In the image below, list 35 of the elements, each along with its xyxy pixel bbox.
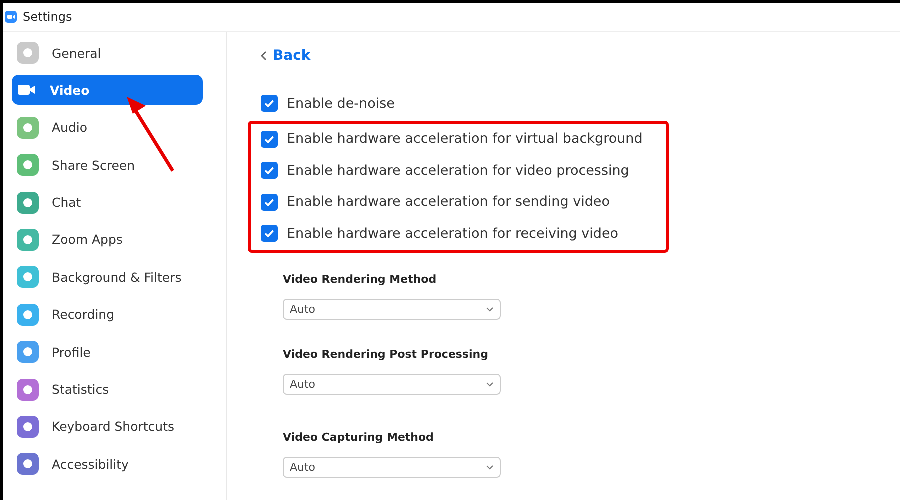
sidebar-item[interactable]: Accessibility: [12, 449, 203, 480]
checkbox[interactable]: [261, 194, 278, 211]
checkbox[interactable]: [261, 130, 278, 148]
sidebar-item[interactable]: Statistics: [12, 374, 203, 405]
option-label: Enable hardware acceleration for virtual background: [287, 131, 643, 148]
sidebar-item[interactable]: Zoom Apps: [12, 224, 203, 255]
sidebar-item[interactable]: Background & Filters: [12, 262, 203, 292]
checkbox[interactable]: [261, 162, 278, 180]
caret-icon: [486, 382, 494, 386]
caret-icon: [486, 306, 494, 312]
sidebar-item[interactable]: General: [12, 38, 203, 68]
dropdown[interactable]: Auto: [283, 374, 501, 394]
window-title: Settings: [23, 10, 72, 24]
dropdown[interactable]: Auto: [283, 456, 501, 478]
back-link[interactable]: Back: [261, 46, 311, 66]
checkbox[interactable]: [261, 95, 278, 112]
dropdown[interactable]: Auto: [283, 298, 501, 320]
option-label: Enable de-noise: [287, 96, 395, 112]
sidebar-item[interactable]: Chat: [12, 188, 203, 218]
dropdown-label: Video Rendering Post Processing: [283, 348, 488, 362]
sidebar-item[interactable]: Video: [12, 75, 203, 106]
sidebar-item[interactable]: Profile: [12, 337, 203, 368]
camera-icon: [17, 83, 37, 98]
caret-icon: [486, 464, 494, 470]
option-label: Enable hardware acceleration for video processing: [287, 162, 630, 179]
sidebar-item[interactable]: Recording: [12, 300, 203, 330]
sidebar-item[interactable]: Keyboard Shortcuts: [12, 412, 203, 442]
option-label: Enable hardware acceleration for sending video: [287, 194, 610, 210]
option-label: Enable hardware acceleration for receiving video: [287, 226, 619, 242]
chevron-left-icon: [261, 51, 267, 61]
sidebar-item[interactable]: Share Screen: [12, 150, 203, 180]
sidebar-item[interactable]: Audio: [12, 112, 203, 143]
dropdown-label: Video Capturing Method: [283, 430, 434, 446]
dropdown-label: Video Rendering Method: [283, 272, 437, 288]
checkbox[interactable]: [261, 225, 278, 242]
